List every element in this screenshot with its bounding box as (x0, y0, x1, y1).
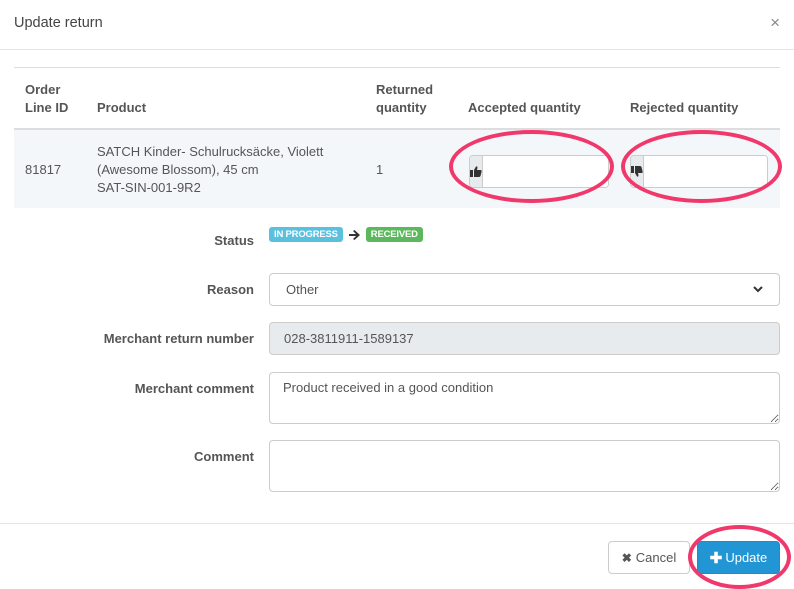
cell-product: SATCH Kinder- Schulrucksäcke, Violett (A… (97, 143, 323, 197)
merchant-comment-label: Merchant comment (134, 381, 254, 396)
return-lines-table: Order Line ID Product Returned quantity … (14, 67, 780, 208)
header-returned-quantity-line2: quantity (376, 100, 427, 115)
status-label: Status (214, 233, 254, 248)
header-rejected-quantity: Rejected quantity (630, 100, 739, 115)
status-badge-from: IN PROGRESS (269, 227, 343, 242)
accepted-quantity-input[interactable] (483, 156, 608, 187)
thumbs-up-icon (470, 156, 483, 187)
status-badge-to: RECEIVED (365, 227, 423, 242)
header-order-line-id-line1: Order (25, 82, 61, 97)
product-name-line1: SATCH Kinder- Schulrucksäcke, Violett (97, 144, 324, 159)
cell-returned-quantity: 1 (376, 162, 384, 177)
comment-textarea[interactable] (269, 440, 780, 492)
rejected-quantity-group (630, 155, 768, 188)
header-order-line-id-line2: Line ID (25, 100, 69, 115)
reason-label: Reason (207, 282, 254, 297)
header-accepted-quantity: Accepted quantity (468, 100, 581, 115)
rejected-quantity-input[interactable] (644, 156, 767, 187)
merchant-return-number-label: Merchant return number (103, 331, 254, 346)
chevron-down-icon (753, 286, 763, 293)
comment-label: Comment (194, 449, 254, 464)
header-product: Product (97, 100, 147, 115)
modal-title: Update return (14, 15, 103, 31)
table-header: Order Line ID Product Returned quantity … (14, 68, 780, 130)
merchant-comment-textarea[interactable]: Product received in a good condition (269, 372, 780, 424)
header-returned-quantity: Returned quantity (376, 81, 433, 117)
plus-icon: ✚ (709, 549, 723, 567)
merchant-return-number-field: 028-3811911-1589137 (269, 322, 780, 355)
header-returned-quantity-line1: Returned (376, 82, 434, 97)
table-row: 81817 SATCH Kinder- Schulrucksäcke, Viol… (14, 130, 780, 208)
arrow-right-icon (348, 229, 360, 240)
close-icon[interactable]: × (770, 14, 780, 32)
modal-footer: ✖ Cancel ✚ Update (0, 523, 794, 589)
update-button-label: Update (725, 550, 768, 565)
reason-select[interactable]: Other (269, 273, 780, 306)
accepted-quantity-group (469, 155, 609, 188)
thumbs-down-icon (631, 156, 644, 187)
product-name-line2: (Awesome Blossom), 45 cm (97, 162, 259, 177)
cell-order-line-id: 81817 (25, 162, 62, 177)
modal-header: Update return × (0, 0, 794, 50)
header-order-line-id: Order Line ID (25, 81, 68, 117)
reason-selected-value: Other (286, 282, 319, 297)
status-transition: IN PROGRESS RECEIVED (269, 227, 423, 242)
cancel-button[interactable]: ✖ Cancel (608, 541, 690, 574)
product-sku: SAT-SIN-001-9R2 (97, 180, 201, 195)
update-button[interactable]: ✚ Update (697, 541, 780, 574)
close-icon: ✖ (621, 550, 632, 565)
cancel-button-label: Cancel (635, 550, 677, 565)
